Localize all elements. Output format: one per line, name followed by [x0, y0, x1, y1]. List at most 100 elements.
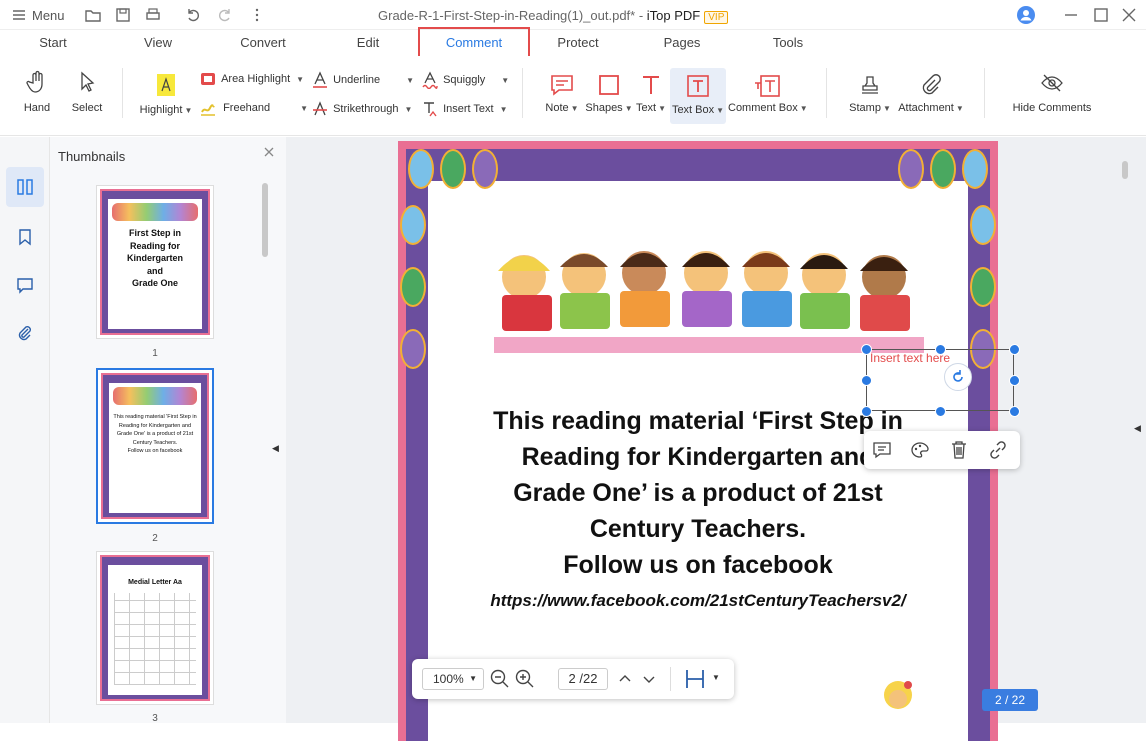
- freehand-icon: [201, 104, 215, 116]
- page-indicator-badge: 2 / 22: [982, 689, 1038, 711]
- stamp-label: Stamp: [849, 102, 881, 114]
- chevron-down-icon[interactable]: [642, 672, 656, 686]
- attachment-button[interactable]: Attachment ▼: [896, 74, 966, 114]
- select-tool-button[interactable]: Select: [66, 70, 108, 114]
- print-icon[interactable]: [144, 6, 162, 24]
- note-button[interactable]: Note ▼: [542, 74, 582, 114]
- thumbnails-scrollbar[interactable]: [262, 183, 268, 257]
- tab-start[interactable]: Start: [22, 30, 84, 56]
- caret-down-icon: ▼: [716, 106, 725, 115]
- vip-badge[interactable]: VIP: [704, 11, 729, 24]
- menu-label[interactable]: Menu: [32, 8, 65, 23]
- thumbnail-page-3[interactable]: Medial Letter Aa: [96, 551, 214, 705]
- text-box-label: Text Box: [671, 104, 715, 116]
- hide-comments-button[interactable]: Hide Comments: [1010, 72, 1094, 114]
- more-icon[interactable]: [248, 6, 266, 24]
- resize-handle[interactable]: [1009, 375, 1020, 386]
- expand-panel-arrow-icon[interactable]: ◀: [1134, 423, 1141, 434]
- tab-comment[interactable]: Comment: [418, 27, 530, 59]
- viewer-scrollbar[interactable]: [1122, 161, 1128, 179]
- thumbnail-text: Medial Letter Aa: [128, 579, 182, 586]
- color-palette-icon[interactable]: [910, 441, 930, 459]
- insert-text-button[interactable]: Insert Text ▼: [422, 100, 508, 118]
- text-box-button[interactable]: Text Box ▼: [670, 68, 726, 124]
- zoom-navigation-bar: 100% ▼ 2 /22 ▼: [412, 659, 734, 699]
- stamp-button[interactable]: Stamp ▼: [848, 74, 892, 114]
- resize-handle[interactable]: [1009, 344, 1020, 355]
- minimize-icon[interactable]: [1062, 6, 1080, 24]
- underline-button[interactable]: Underline ▼: [312, 71, 414, 89]
- close-window-icon[interactable]: [1120, 6, 1138, 24]
- resize-handle[interactable]: [935, 344, 946, 355]
- squiggly-label: Squiggly: [443, 74, 486, 86]
- ribbon-separator: [826, 68, 827, 118]
- redo-icon[interactable]: [216, 6, 234, 24]
- thumbnail-page-1[interactable]: First Step in Reading for Kindergarten a…: [96, 185, 214, 339]
- user-avatar-icon[interactable]: [1016, 5, 1036, 25]
- resize-handle[interactable]: [935, 406, 946, 417]
- resize-handle[interactable]: [861, 406, 872, 417]
- rotate-icon: [953, 370, 963, 382]
- menu-icon[interactable]: [10, 6, 28, 24]
- text-button[interactable]: Text ▼: [634, 74, 668, 114]
- undo-icon[interactable]: [184, 6, 202, 24]
- zoom-in-icon[interactable]: [515, 669, 535, 689]
- squiggly-button[interactable]: Squiggly ▼: [422, 71, 509, 89]
- thumbnail-page-2[interactable]: This reading material 'First Step in Rea…: [96, 368, 214, 524]
- comment-box-label: Comment Box: [728, 102, 798, 114]
- zoom-out-icon[interactable]: [490, 669, 510, 689]
- facebook-url[interactable]: https://www.facebook.com/21stCenturyTeac…: [428, 591, 968, 611]
- thumbnail-illustration: [113, 387, 197, 405]
- strikethrough-button[interactable]: Strikethrough ▼: [312, 100, 412, 118]
- thumbnail-text: Grade One: [131, 278, 178, 288]
- thumbnail-table: [114, 593, 196, 685]
- shapes-icon: [599, 75, 619, 95]
- page-layout-icon[interactable]: [684, 668, 706, 690]
- comment-box-button[interactable]: Comment Box ▼: [728, 74, 808, 114]
- resize-handle[interactable]: [1009, 406, 1020, 417]
- maximize-icon[interactable]: [1092, 6, 1110, 24]
- caret-down-icon: ▼: [184, 106, 193, 115]
- current-page[interactable]: 2: [569, 671, 576, 686]
- tab-protect[interactable]: Protect: [546, 30, 610, 56]
- tab-convert[interactable]: Convert: [228, 30, 298, 56]
- border-ornament: [408, 149, 434, 189]
- highlight-button[interactable]: Highlight ▼: [136, 72, 196, 116]
- trash-icon[interactable]: [950, 440, 968, 460]
- thumbnail-text: Grade One' is a product of 21st: [116, 431, 194, 437]
- caret-down-icon[interactable]: ▼: [712, 673, 720, 682]
- open-folder-icon[interactable]: [84, 6, 102, 24]
- close-panel-icon[interactable]: [263, 146, 275, 158]
- save-icon[interactable]: [114, 6, 132, 24]
- highlight-icon: [157, 74, 175, 96]
- caret-down-icon: ▼: [499, 104, 508, 114]
- comment-icon[interactable]: [872, 441, 892, 459]
- area-highlight-button[interactable]: Area Highlight ▼: [200, 71, 304, 87]
- bookmark-icon[interactable]: [16, 228, 34, 246]
- freehand-button[interactable]: Freehand ▼: [200, 100, 308, 116]
- tab-pages[interactable]: Pages: [652, 30, 712, 56]
- thumbnails-panel-button[interactable]: [6, 167, 44, 207]
- collapse-panel-arrow-icon[interactable]: ◀: [272, 443, 279, 454]
- rotate-button[interactable]: [944, 363, 972, 391]
- shapes-button[interactable]: Shapes ▼: [584, 74, 634, 114]
- text-tool-icon: [643, 76, 659, 94]
- attachments-panel-icon[interactable]: [16, 324, 34, 342]
- comments-panel-icon[interactable]: [16, 276, 34, 294]
- tab-view[interactable]: View: [128, 30, 188, 56]
- page-number-input[interactable]: 2 /22: [558, 668, 608, 690]
- resize-handle[interactable]: [861, 375, 872, 386]
- tab-tools[interactable]: Tools: [760, 30, 816, 56]
- thumbnails-title: Thumbnails: [58, 149, 126, 164]
- ribbon-separator: [984, 68, 985, 118]
- caret-down-icon: ▼: [570, 104, 579, 113]
- zoom-select[interactable]: 100% ▼: [422, 668, 484, 690]
- border-ornament: [440, 149, 466, 189]
- resize-handle[interactable]: [861, 344, 872, 355]
- caret-down-icon: ▼: [404, 104, 413, 114]
- text-box-annotation[interactable]: Insert text here: [861, 344, 1020, 417]
- link-icon[interactable]: [988, 440, 1008, 460]
- chevron-up-icon[interactable]: [618, 672, 632, 686]
- tab-edit[interactable]: Edit: [340, 30, 396, 56]
- hand-tool-button[interactable]: Hand: [16, 70, 58, 114]
